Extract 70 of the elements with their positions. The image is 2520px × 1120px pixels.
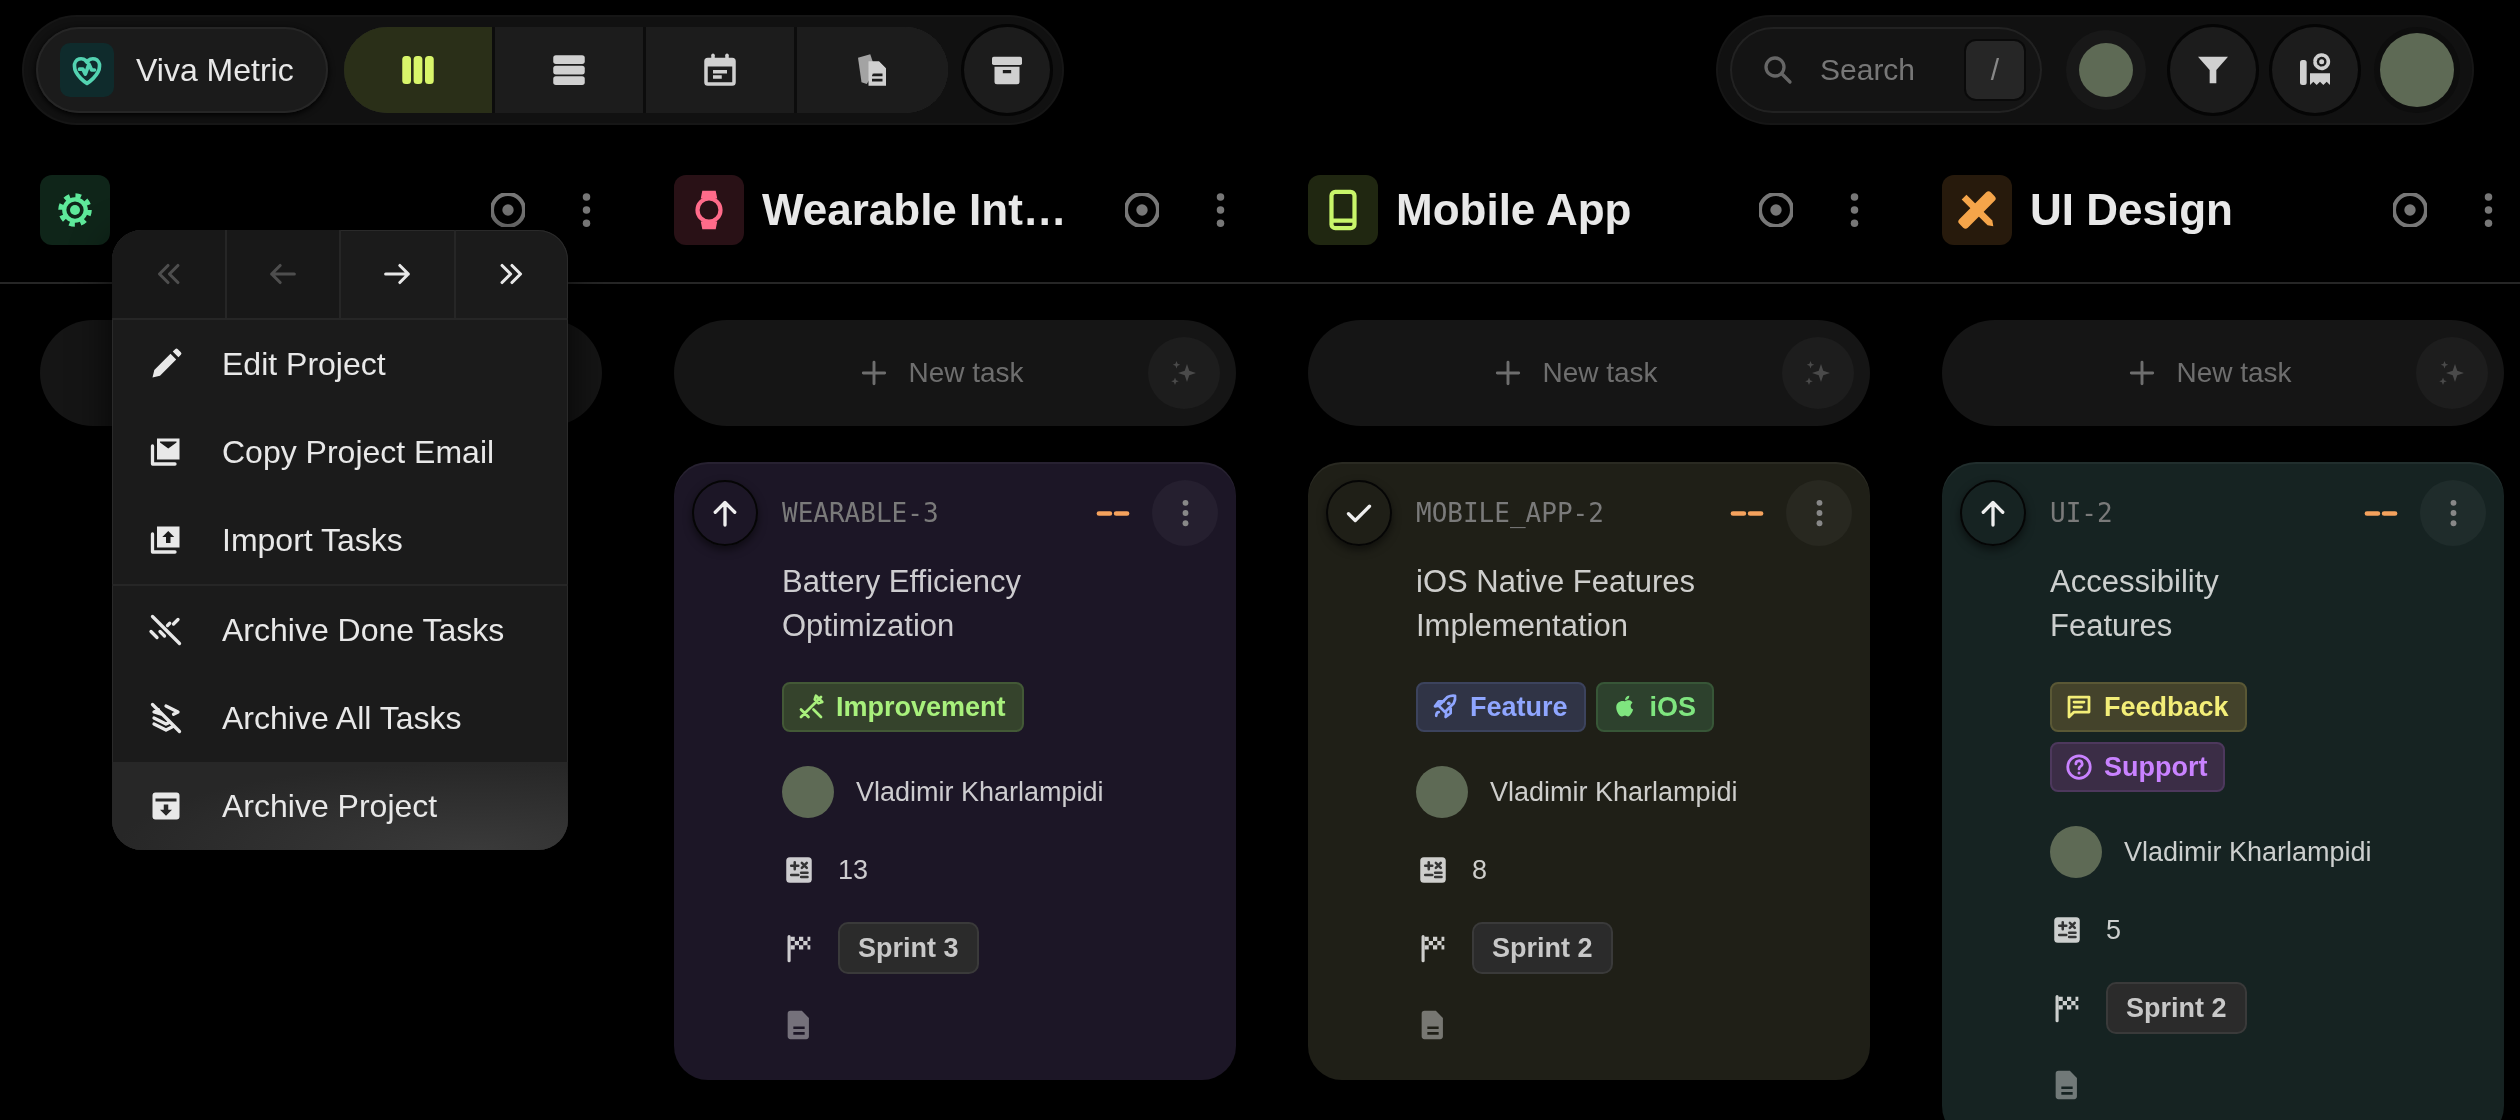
menu-item[interactable]: Archive Project — [112, 762, 568, 850]
task-card[interactable]: UI-2 Accessibility Features Feedback Support Vladimir Kharlampidi 5 Sprint 2 — [1942, 462, 2504, 1120]
target-icon — [1759, 193, 1793, 227]
task-title: iOS Native Features Implementation — [1416, 563, 1697, 645]
task-card[interactable]: MOBILE_APP-2 iOS Native Features Implementation Feature iOS Vladimir Kharlampidi 8 Sprint 2 — [1308, 462, 1870, 1080]
menu-item[interactable]: Edit Project — [112, 320, 568, 408]
task-id: MOBILE_APP-2 — [1416, 498, 1605, 528]
view-tab[interactable] — [343, 27, 495, 113]
status-button[interactable] — [1326, 480, 1392, 546]
estimate-value: 5 — [2106, 914, 2122, 946]
priority-dashes-icon — [1730, 510, 1764, 516]
target-icon — [2393, 193, 2427, 227]
tag: Improvement — [782, 682, 1024, 732]
task-title: Battery Efficiency Optimization — [782, 563, 1022, 645]
tag: Feedback — [2050, 682, 2247, 732]
menu-item[interactable]: Import Tasks — [112, 496, 568, 584]
question-circle-icon — [2064, 752, 2094, 782]
priority-dashes-icon — [2364, 510, 2398, 516]
assignee-name: Vladimir Kharlampidi — [856, 776, 1104, 808]
new-task-button[interactable]: New task — [674, 320, 1148, 426]
crossed-checks-icon — [148, 612, 184, 648]
search-field[interactable]: Search — [1818, 52, 1944, 88]
avatar — [782, 766, 834, 818]
task-id: UI-2 — [2050, 498, 2114, 528]
user-avatar[interactable] — [2380, 33, 2454, 107]
assignee-name: Vladimir Kharlampidi — [1490, 776, 1738, 808]
tag: iOS — [1595, 682, 1715, 732]
menu-item[interactable]: Archive All Tasks — [112, 674, 568, 762]
target-icon — [491, 193, 525, 227]
more-icon — [581, 192, 591, 228]
more-icon — [1215, 192, 1225, 228]
task-card[interactable]: WEARABLE-3 Battery Efficiency Optimization Improvement Vladimir Kharlampidi 13 Sprint 3 — [674, 462, 1236, 1080]
menu-item[interactable]: Copy Project Email — [112, 408, 568, 496]
more-icon — [2449, 499, 2457, 527]
crossed-stack-icon — [148, 700, 184, 736]
new-task-button[interactable]: New task — [1942, 320, 2416, 426]
more-icon — [1815, 499, 1823, 527]
column-title: Wearable Int… — [762, 185, 1068, 235]
brand-button[interactable]: Viva Metric — [36, 27, 328, 113]
view-tab[interactable] — [494, 27, 646, 113]
more-icon — [2483, 192, 2493, 228]
menu-item[interactable]: Archive Done Tasks — [112, 586, 568, 674]
sprint-badge: Sprint 2 — [2106, 982, 2247, 1034]
status-button[interactable] — [692, 480, 758, 546]
filter-button[interactable] — [2170, 27, 2256, 113]
board-settings-button[interactable] — [2272, 27, 2358, 113]
task-id: WEARABLE-3 — [782, 498, 940, 528]
tag: Support — [2050, 742, 2226, 792]
column-title: UI Design — [2030, 185, 2234, 235]
view-tab[interactable] — [796, 27, 948, 113]
sprint-badge: Sprint 2 — [1472, 922, 1613, 974]
new-task-button[interactable]: New task — [1308, 320, 1782, 426]
target-icon — [1125, 193, 1159, 227]
avatar — [2050, 826, 2102, 878]
more-icon — [1181, 499, 1189, 527]
task-title: Accessibility Features — [2050, 563, 2220, 645]
column-title: Mobile App — [1396, 185, 1633, 235]
assignee-name: Vladimir Kharlampidi — [2124, 836, 2372, 868]
estimate-value: 13 — [838, 854, 869, 886]
view-tab[interactable] — [645, 27, 797, 113]
archive-button[interactable] — [963, 27, 1050, 113]
sprint-badge: Sprint 3 — [838, 922, 979, 974]
avatar — [1416, 766, 1468, 818]
more-icon — [1849, 192, 1859, 228]
shortcut-key: / — [1966, 41, 2024, 99]
priority-dashes-icon — [1096, 510, 1130, 516]
avatar[interactable] — [2079, 43, 2133, 97]
estimate-value: 8 — [1472, 854, 1488, 886]
status-button[interactable] — [1960, 480, 2026, 546]
tag: Feature — [1416, 682, 1586, 732]
